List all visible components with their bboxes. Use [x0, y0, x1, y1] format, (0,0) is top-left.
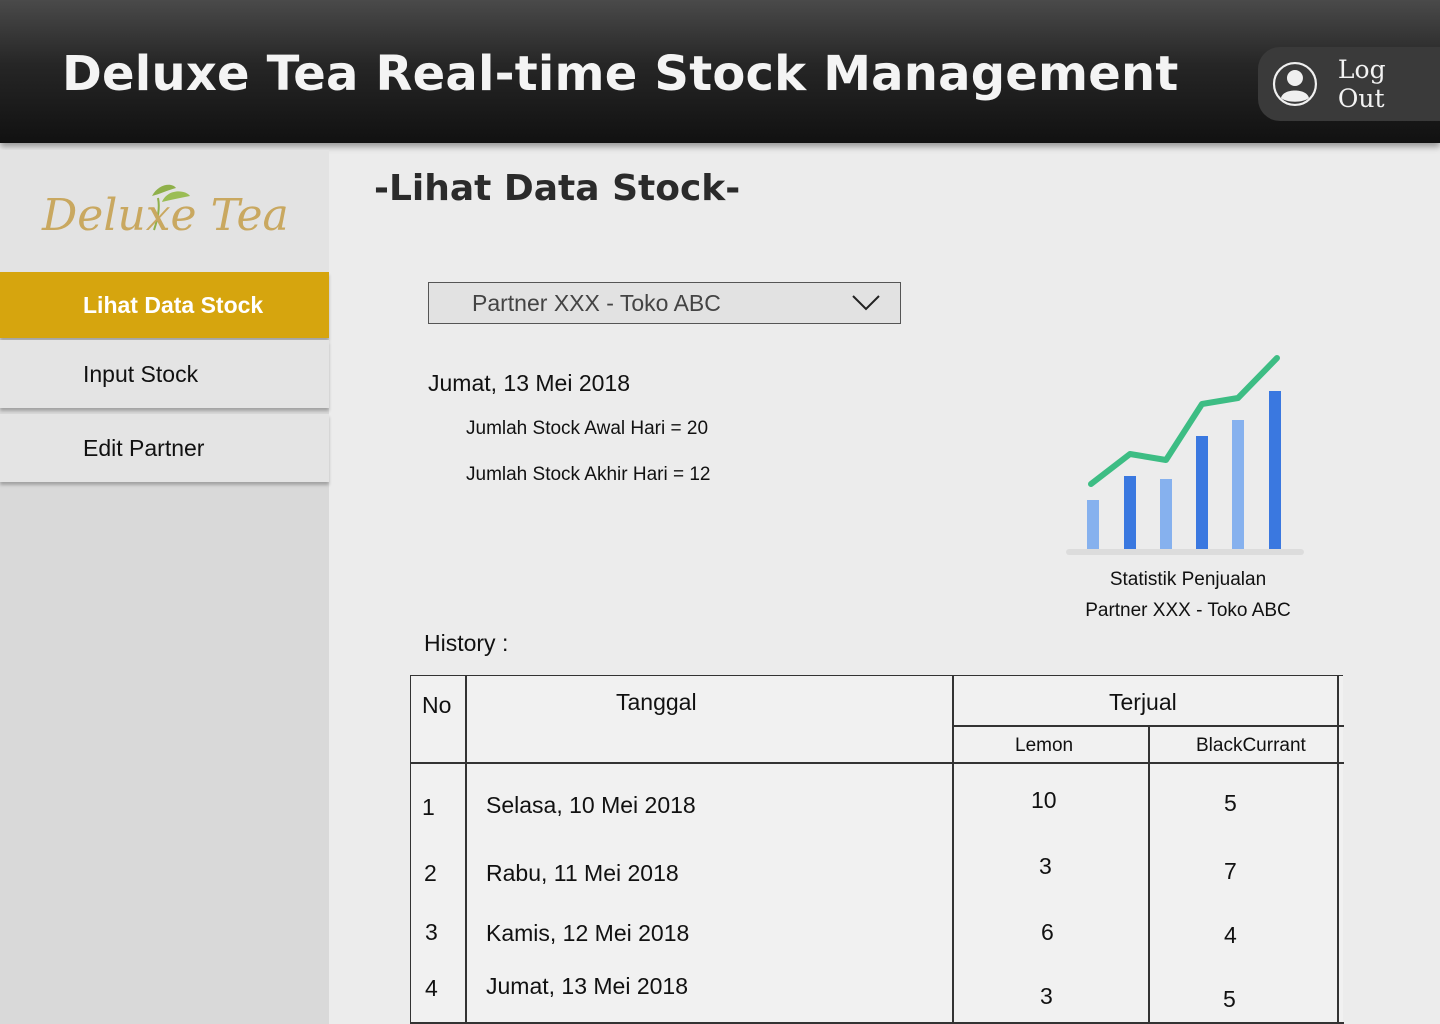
table-row-blackcurrant: 5	[1223, 986, 1236, 1012]
page-title: -Lihat Data Stock-	[374, 168, 741, 209]
partner-select[interactable]: Partner XXX - Toko ABC	[428, 282, 901, 324]
sales-chart-icon	[1066, 355, 1304, 555]
deluxe-tea-logo: Deluxe Tea	[41, 184, 289, 241]
current-date: Jumat, 13 Mei 2018	[428, 370, 631, 396]
app-title: Deluxe Tea Real-time Stock Management	[62, 46, 1179, 102]
table-row-tanggal: Kamis, 12 Mei 2018	[486, 920, 690, 946]
table-divider	[465, 676, 467, 1024]
table-divider	[411, 1022, 1344, 1024]
header-terjual: Terjual	[1109, 689, 1177, 715]
table-row-lemon: 6	[1041, 919, 1054, 945]
sidebar: Deluxe Tea Lihat Data Stock Input Stock …	[0, 150, 329, 1024]
header-no: No	[422, 692, 452, 718]
sidebar-item-input-stock[interactable]: Input Stock	[0, 340, 329, 408]
partner-select-value: Partner XXX - Toko ABC	[472, 289, 721, 316]
logo-area: Deluxe Tea	[0, 150, 329, 272]
chart-caption-title: Statistik Penjualan	[1109, 569, 1267, 590]
table-row-blackcurrant: 5	[1224, 790, 1237, 816]
table-row-no: 2	[424, 860, 437, 886]
history-table: No Tanggal Terjual Lemon BlackCurrant 1 …	[410, 675, 1344, 1024]
chart-caption: Statistik Penjualan Partner XXX - Toko A…	[1060, 564, 1316, 626]
table-row-tanggal: Rabu, 11 Mei 2018	[486, 860, 679, 886]
table-row-no: 4	[425, 975, 438, 1001]
table-divider	[952, 725, 1344, 727]
table-row-no: 1	[422, 794, 435, 820]
app-header: Deluxe Tea Real-time Stock Management Lo…	[0, 0, 1440, 143]
svg-text:Deluxe Tea: Deluxe Tea	[41, 190, 289, 241]
table-row-no: 3	[425, 919, 438, 945]
table-divider	[952, 676, 954, 1024]
chart-caption-partner: Partner XXX - Toko ABC	[1085, 600, 1291, 621]
table-row-lemon: 3	[1039, 853, 1052, 879]
stock-akhir-text: Jumlah Stock Akhir Hari = 12	[466, 464, 711, 485]
table-row-lemon: 10	[1031, 787, 1057, 813]
history-label: History :	[424, 630, 509, 656]
stock-awal-text: Jumlah Stock Awal Hari = 20	[466, 418, 709, 439]
table-divider	[1337, 676, 1339, 1024]
chevron-down-icon	[852, 295, 880, 311]
header-blackcurrant: BlackCurrant	[1196, 735, 1306, 756]
table-row-tanggal: Jumat, 13 Mei 2018	[486, 973, 689, 999]
header-tanggal: Tanggal	[616, 689, 697, 715]
user-circle-icon	[1272, 61, 1318, 107]
sidebar-item-edit-partner[interactable]: Edit Partner	[0, 414, 329, 482]
table-row-blackcurrant: 7	[1224, 858, 1237, 884]
table-divider	[411, 762, 1344, 764]
table-row-tanggal: Selasa, 10 Mei 2018	[486, 792, 696, 818]
table-divider	[1148, 726, 1150, 1024]
header-lemon: Lemon	[1015, 735, 1074, 756]
table-row-blackcurrant: 4	[1224, 922, 1237, 948]
logout-button[interactable]: Log Out	[1258, 47, 1440, 121]
table-row-lemon: 3	[1040, 983, 1053, 1009]
logout-label: Log Out	[1337, 55, 1386, 113]
sidebar-item-lihat-data-stock[interactable]: Lihat Data Stock	[0, 272, 329, 338]
